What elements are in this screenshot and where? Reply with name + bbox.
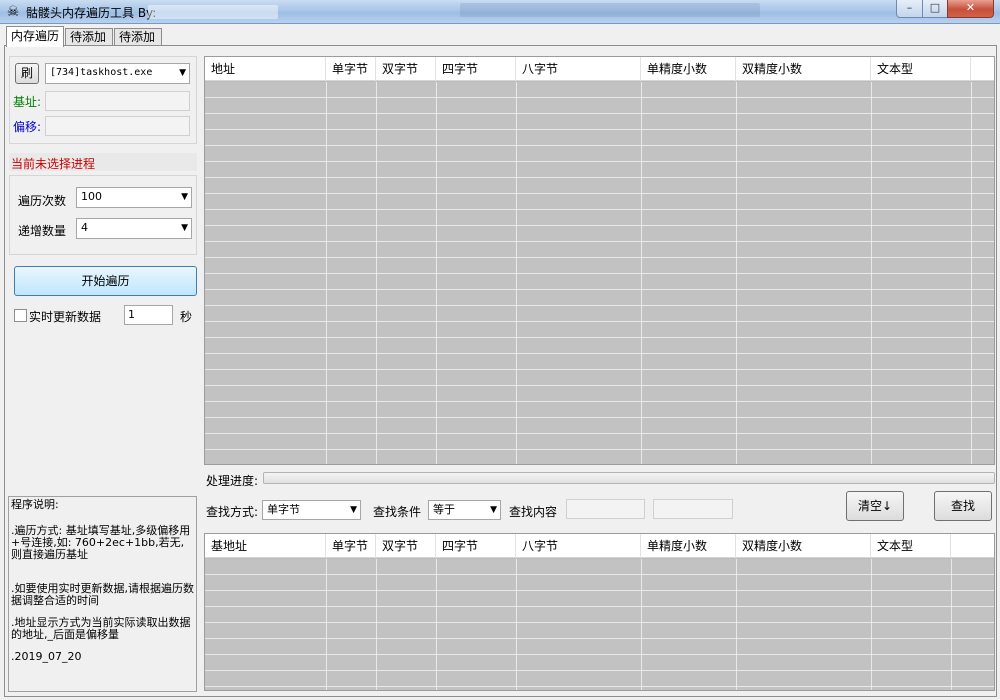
search-content-input-2[interactable] xyxy=(653,499,733,519)
refresh-button[interactable]: 刷 xyxy=(15,63,39,84)
base-address-grid-header: 基地址 单字节 双字节 四字节 八字节 单精度小数 双精度小数 文本型 xyxy=(205,534,994,558)
description-line-4: .2019_07_20 xyxy=(11,650,82,663)
result-grid[interactable]: 地址 单字节 双字节 四字节 八字节 单精度小数 双精度小数 文本型 xyxy=(204,56,995,465)
skull-icon: ☠ xyxy=(6,4,20,20)
description-title: 程序说明: xyxy=(11,498,59,511)
status-text: 当前未选择进程 xyxy=(11,157,96,171)
chevron-down-icon: ▼ xyxy=(181,223,188,233)
clear-button[interactable]: 清空↓ xyxy=(846,491,904,521)
seconds-label: 秒 xyxy=(180,310,193,324)
description-line-3: .地址显示方式为当前实际读取出数据的地址,_后面是偏移量 xyxy=(11,616,191,641)
col-header[interactable]: 地址 xyxy=(205,57,326,81)
col-header[interactable]: 单字节 xyxy=(326,534,376,558)
search-content-input-1[interactable] xyxy=(566,499,645,519)
search-condition-label: 查找条件 xyxy=(373,505,422,519)
search-condition-select[interactable]: 等于 ▼ xyxy=(428,500,501,520)
chevron-down-icon: ▼ xyxy=(490,505,497,515)
col-header[interactable]: 双精度小数 xyxy=(736,57,871,81)
col-header[interactable]: 双字节 xyxy=(376,57,436,81)
offset-input[interactable] xyxy=(45,116,190,136)
step-select-value: 4 xyxy=(81,221,88,234)
process-select[interactable]: [734]taskhost.exe ▼ xyxy=(45,63,190,84)
title-bar: ☠ 骷髅头内存遍历工具 By: – □ ✕ xyxy=(0,0,1000,24)
base-input[interactable] xyxy=(45,91,190,111)
description-line-2: .如要使用实时更新数据,请根据遍历数据调整合适的时间 xyxy=(11,582,194,607)
col-header[interactable]: 单精度小数 xyxy=(641,534,736,558)
program-description: 程序说明: .遍历方式: 基址填写基址,多级偏移用+号连接,如: 760+2ec… xyxy=(8,496,197,692)
chevron-down-icon: ▼ xyxy=(181,192,188,202)
col-header[interactable]: 四字节 xyxy=(436,534,516,558)
start-traverse-button[interactable]: 开始遍历 xyxy=(14,266,197,296)
realtime-checkbox[interactable] xyxy=(14,309,27,322)
search-condition-value: 等于 xyxy=(433,503,455,516)
search-mode-label: 查找方式: xyxy=(206,505,259,519)
offset-label: 偏移: xyxy=(13,120,42,134)
base-address-grid[interactable]: 基地址 单字节 双字节 四字节 八字节 单精度小数 双精度小数 文本型 xyxy=(204,533,995,691)
minimize-button[interactable]: – xyxy=(896,0,923,18)
col-header[interactable]: 单字节 xyxy=(326,57,376,81)
step-label: 递增数量 xyxy=(18,224,67,238)
step-select[interactable]: 4 ▼ xyxy=(76,218,192,239)
redacted-author xyxy=(148,5,278,19)
interval-input[interactable]: 1 xyxy=(124,305,173,325)
base-address-grid-body[interactable] xyxy=(205,559,994,690)
col-header[interactable]: 基地址 xyxy=(205,534,326,558)
base-label: 基址: xyxy=(13,95,42,109)
count-label: 遍历次数 xyxy=(18,194,67,208)
search-mode-select[interactable]: 单字节 ▼ xyxy=(262,500,361,520)
find-button[interactable]: 查找 xyxy=(934,491,992,521)
search-mode-value: 单字节 xyxy=(267,503,300,516)
result-grid-header: 地址 单字节 双字节 四字节 八字节 单精度小数 双精度小数 文本型 xyxy=(205,57,994,81)
maximize-button[interactable]: □ xyxy=(922,0,948,18)
progress-label: 处理进度: xyxy=(206,474,259,488)
col-header[interactable]: 文本型 xyxy=(871,57,971,81)
result-grid-body[interactable] xyxy=(205,82,994,464)
col-header[interactable]: 双字节 xyxy=(376,534,436,558)
col-header[interactable]: 四字节 xyxy=(436,57,516,81)
col-header[interactable]: 文本型 xyxy=(871,534,951,558)
tab-memory-traverse[interactable]: 内存遍历 xyxy=(6,26,64,47)
count-select-value: 100 xyxy=(81,190,102,203)
col-header[interactable]: 单精度小数 xyxy=(641,57,736,81)
process-select-value: [734]taskhost.exe xyxy=(50,67,153,78)
close-button[interactable]: ✕ xyxy=(947,0,994,18)
progress-bar xyxy=(263,472,995,484)
window-title: 骷髅头内存遍历工具 By: xyxy=(26,6,157,20)
tab-pending-2[interactable]: 待添加 xyxy=(114,28,162,46)
col-header[interactable]: 八字节 xyxy=(516,57,641,81)
col-header[interactable]: 八字节 xyxy=(516,534,641,558)
col-header[interactable]: 双精度小数 xyxy=(736,534,871,558)
chevron-down-icon: ▼ xyxy=(179,68,186,78)
background-window-blur xyxy=(460,3,760,17)
tab-pending-1[interactable]: 待添加 xyxy=(65,28,113,46)
chevron-down-icon: ▼ xyxy=(350,505,357,515)
count-select[interactable]: 100 ▼ xyxy=(76,187,192,208)
realtime-label: 实时更新数据 xyxy=(29,310,102,324)
search-content-label: 查找内容 xyxy=(509,505,558,519)
description-line-1: .遍历方式: 基址填写基址,多级偏移用+号连接,如: 760+2ec+1bb,若… xyxy=(11,524,191,561)
